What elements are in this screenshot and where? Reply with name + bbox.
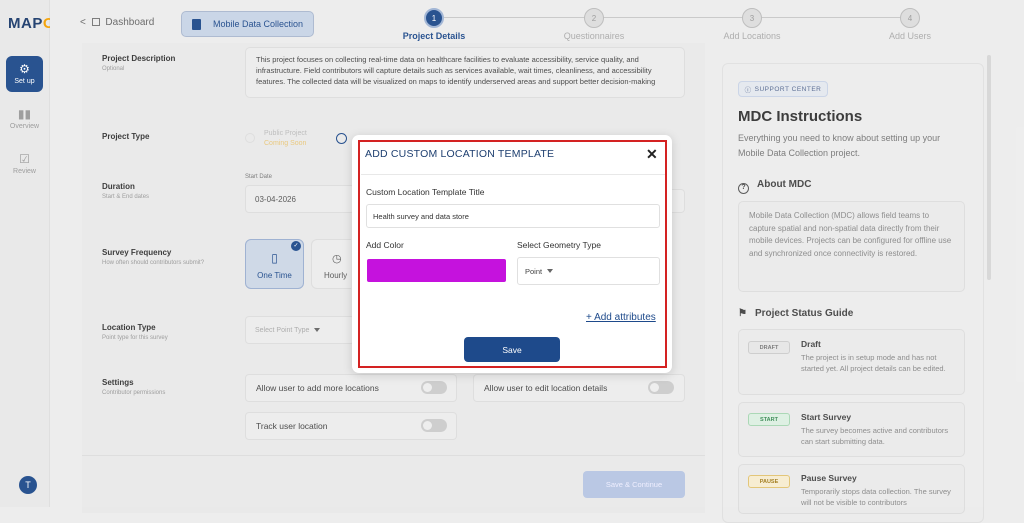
modal-divider [361, 174, 665, 175]
geometry-type-select[interactable]: Point [517, 257, 660, 285]
close-icon[interactable]: ✕ [646, 146, 658, 163]
geometry-type-label: Select Geometry Type [517, 240, 601, 250]
add-attributes-link[interactable]: + Add attributes [586, 312, 656, 323]
template-title-input[interactable]: Health survey and data store [366, 204, 660, 228]
geometry-type-value: Point [525, 266, 543, 276]
color-picker-swatch[interactable] [367, 259, 506, 282]
save-button[interactable]: Save [464, 337, 560, 362]
add-color-label: Add Color [366, 240, 404, 250]
chevron-down-icon [547, 269, 554, 273]
modal-title: ADD CUSTOM LOCATION TEMPLATE [365, 148, 555, 160]
template-title-label: Custom Location Template Title [366, 187, 485, 197]
